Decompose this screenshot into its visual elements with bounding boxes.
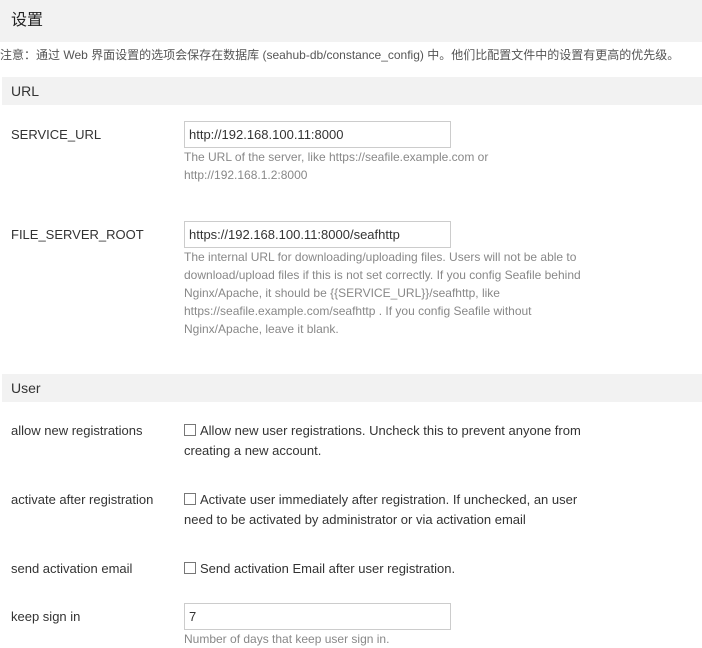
service-url-input[interactable] bbox=[184, 121, 451, 148]
keep-sign-in-input[interactable] bbox=[184, 603, 451, 630]
file-server-root-input[interactable] bbox=[184, 221, 451, 248]
file-server-root-label: FILE_SERVER_ROOT bbox=[11, 227, 144, 242]
file-server-root-help: The internal URL for downloading/uploadi… bbox=[184, 250, 581, 336]
allow-registrations-checkbox[interactable] bbox=[184, 424, 196, 436]
page-title: 设置 bbox=[0, 0, 702, 42]
allow-registrations-option: Allow new user registrations. Uncheck th… bbox=[184, 421, 594, 461]
activate-after-registration-option: Activate user immediately after registra… bbox=[184, 490, 594, 530]
section-heading-url: URL bbox=[2, 77, 702, 105]
activate-after-registration-text: Activate user immediately after registra… bbox=[184, 492, 578, 527]
send-activation-email-checkbox[interactable] bbox=[184, 562, 196, 574]
section-heading-user: User bbox=[2, 374, 702, 402]
service-url-label: SERVICE_URL bbox=[11, 127, 102, 142]
allow-registrations-label: allow new registrations bbox=[11, 423, 143, 438]
keep-sign-in-label: keep sign in bbox=[11, 609, 81, 624]
activate-after-registration-label: activate after registration bbox=[11, 492, 154, 507]
send-activation-email-option: Send activation Email after user registr… bbox=[184, 559, 594, 579]
send-activation-email-text: Send activation Email after user registr… bbox=[200, 561, 456, 576]
allow-registrations-text: Allow new user registrations. Uncheck th… bbox=[184, 423, 581, 458]
service-url-help: The URL of the server, like https://seaf… bbox=[184, 150, 489, 182]
activate-after-registration-checkbox[interactable] bbox=[184, 493, 196, 505]
settings-notice: 注意：通过 Web 界面设置的选项会保存在数据库 (seahub-db/cons… bbox=[0, 48, 680, 62]
keep-sign-in-help: Number of days that keep user sign in. bbox=[184, 632, 390, 646]
send-activation-email-label: send activation email bbox=[11, 561, 133, 576]
